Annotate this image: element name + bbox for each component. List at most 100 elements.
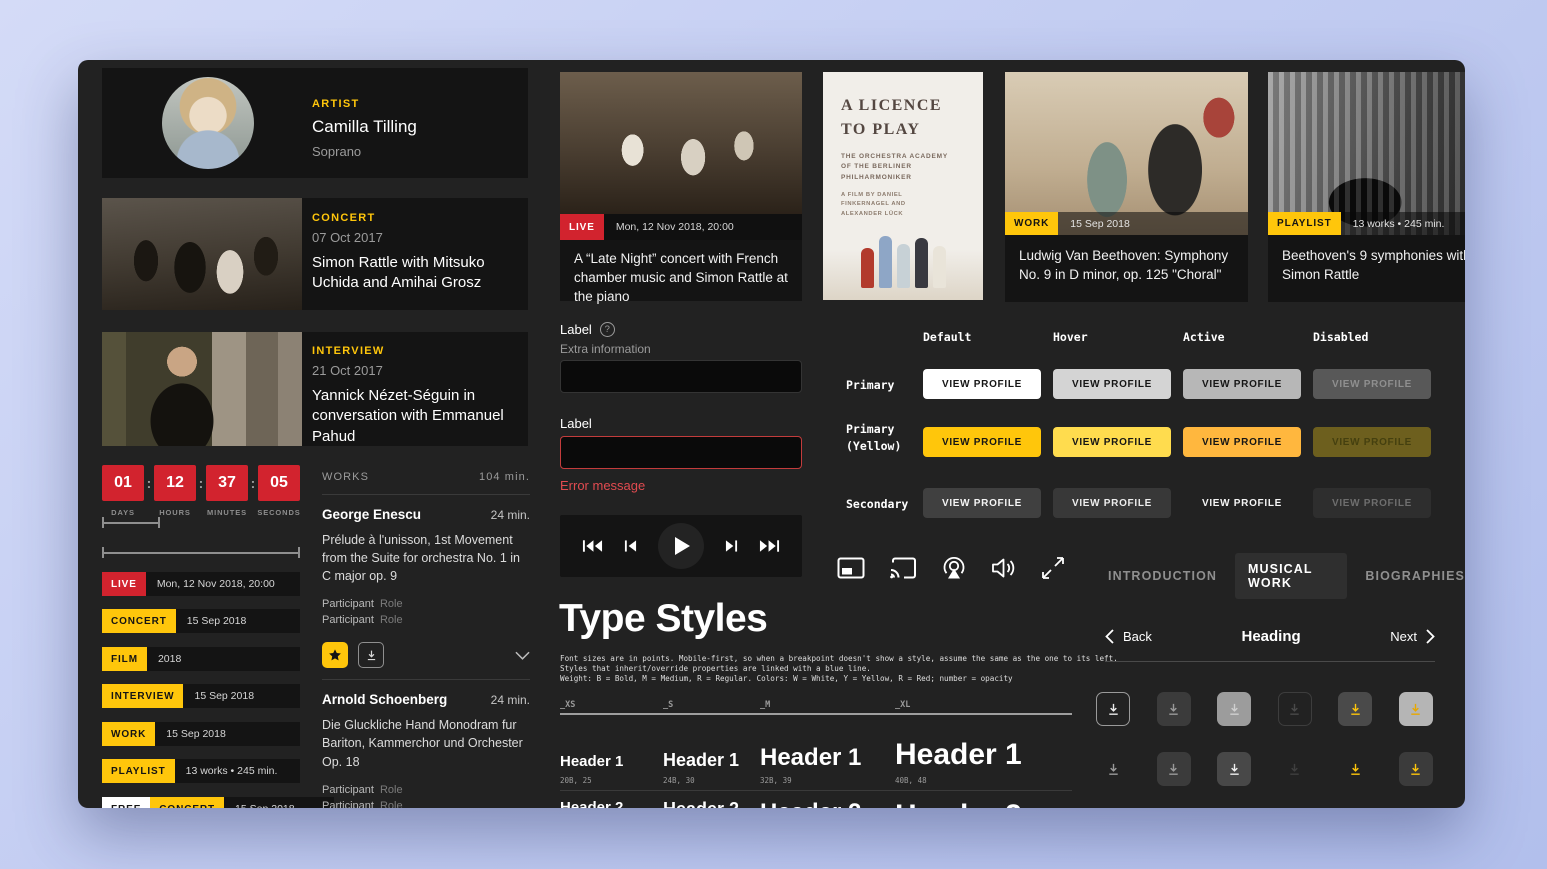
work-duration: 24 min.: [491, 508, 530, 522]
view-profile-button-secondary-active[interactable]: VIEW PROFILE: [1183, 488, 1301, 518]
field-label: Label: [560, 416, 592, 431]
work-item: Arnold Schoenberg 24 min. Die Gluckliche…: [322, 692, 530, 808]
view-profile-button-secondary-hover[interactable]: VIEW PROFILE: [1053, 488, 1171, 518]
button-state-column-hover: Hover: [1053, 330, 1088, 344]
poster-musicians-illustration: [823, 236, 983, 288]
badge-row-text: Mon, 12 Nov 2018, 20:00: [157, 578, 275, 590]
download-button-bare-default[interactable]: [1096, 752, 1130, 786]
live-concert-card[interactable]: LIVE Mon, 12 Nov 2018, 20:00 A “Late Nig…: [560, 72, 802, 301]
picture-in-picture-icon[interactable]: [837, 557, 865, 579]
text-input-error[interactable]: [560, 436, 802, 469]
download-button-light-active[interactable]: [1217, 692, 1251, 726]
download-button-filled-bright[interactable]: [1217, 752, 1251, 786]
type-styles-note: Styles that inherit/override properties …: [560, 664, 1118, 674]
poster-title-line2: TO PLAY: [841, 121, 920, 138]
badge-row-playlist[interactable]: PLAYLIST 13 works • 245 min.: [102, 759, 300, 783]
help-icon[interactable]: ?: [600, 322, 615, 337]
next-button[interactable]: [725, 539, 738, 553]
favorite-star-button[interactable]: [322, 642, 348, 668]
design-system-canvas: ARTIST Camilla Tilling Soprano CONCERT 0…: [78, 60, 1465, 808]
participant-role: Role: [380, 598, 403, 610]
artist-card[interactable]: ARTIST Camilla Tilling Soprano: [102, 68, 528, 178]
breakpoint-divider: [560, 713, 1072, 715]
breakpoint-label-xl: _XL: [895, 700, 1072, 710]
poster-credit: A FILM BY DANIEL FINKERNAGEL AND ALEXAND…: [841, 191, 941, 219]
header2-sample-s: Header 2: [663, 800, 760, 808]
badge-row-interview[interactable]: INTERVIEW 15 Sep 2018: [102, 684, 300, 708]
poster-card[interactable]: A LICENCE TO PLAY THE ORCHESTRA ACADEMY …: [823, 72, 983, 300]
skip-back-button[interactable]: [582, 539, 603, 553]
view-profile-button-primary-default[interactable]: VIEW PROFILE: [923, 369, 1041, 399]
badge-row-text: 15 Sep 2018: [194, 690, 254, 702]
header1-spec-m: 32B, 39: [760, 776, 895, 785]
view-profile-button-yellow-default[interactable]: VIEW PROFILE: [923, 427, 1041, 457]
header1-spec-xl: 40B, 48: [895, 776, 1072, 785]
interview-badge: INTERVIEW: [102, 684, 183, 708]
download-button-bare-yellow[interactable]: [1338, 752, 1372, 786]
countdown-hours-value: 12: [154, 465, 196, 501]
back-label: Back: [1123, 629, 1152, 644]
interview-card[interactable]: INTERVIEW 21 Oct 2017 Yannick Nézet-Ségu…: [102, 332, 528, 446]
works-header: WORKS: [322, 471, 369, 483]
cast-icon[interactable]: [889, 557, 917, 579]
download-button-filled-default[interactable]: [1157, 752, 1191, 786]
badge-row-free-concert[interactable]: FREE CONCERT 15 Sep 2018: [102, 797, 334, 808]
work-card[interactable]: WORK 15 Sep 2018 Ludwig Van Beethoven: S…: [1005, 72, 1248, 302]
badge-row-film[interactable]: FILM 2018: [102, 647, 300, 671]
badge-row-work[interactable]: WORK 15 Sep 2018: [102, 722, 300, 746]
badge-row-text: 15 Sep 2018: [235, 803, 295, 808]
artist-name: Camilla Tilling: [312, 117, 417, 137]
concert-card[interactable]: CONCERT 07 Oct 2017 Simon Rattle with Mi…: [102, 198, 528, 310]
expand-chevron-icon[interactable]: [515, 651, 530, 660]
download-button-filled-hover[interactable]: [1157, 692, 1191, 726]
tab-introduction[interactable]: INTRODUCTION: [1108, 569, 1217, 583]
view-profile-button-secondary-default[interactable]: VIEW PROFILE: [923, 488, 1041, 518]
button-row-label-primary-yellow: Primary (Yellow): [846, 421, 932, 454]
pagination-heading: Heading: [1241, 628, 1300, 645]
participant-name: Participant: [322, 784, 374, 796]
fullscreen-icon[interactable]: [1041, 556, 1065, 580]
header1-sample-xl: Header 1: [895, 739, 1072, 771]
error-message: Error message: [560, 478, 645, 493]
work-badge: WORK: [1005, 212, 1058, 235]
star-icon: [328, 648, 342, 662]
view-profile-button-primary-disabled: VIEW PROFILE: [1313, 369, 1431, 399]
text-input[interactable]: [560, 360, 802, 393]
skip-forward-button[interactable]: [759, 539, 780, 553]
tab-biographies[interactable]: BIOGRAPHIES: [1365, 569, 1465, 583]
download-button-yellow-light[interactable]: [1399, 692, 1433, 726]
works-panel: WORKS 104 min. George Enescu 24 min. Pré…: [322, 471, 530, 808]
download-button-filled-yellow[interactable]: [1399, 752, 1433, 786]
volume-icon[interactable]: [991, 557, 1017, 579]
next-button[interactable]: Next: [1390, 629, 1435, 644]
tab-musical-work[interactable]: MUSICAL WORK: [1235, 553, 1347, 599]
next-icon: [725, 539, 738, 553]
header2-sample-xs: Header 2: [560, 800, 663, 808]
artist-category-label: ARTIST: [312, 98, 417, 110]
view-profile-button-yellow-hover[interactable]: VIEW PROFILE: [1053, 427, 1171, 457]
player-bar: [560, 515, 802, 577]
divider: [322, 494, 530, 495]
airplay-icon[interactable]: [941, 555, 967, 581]
badge-row-concert[interactable]: CONCERT 15 Sep 2018: [102, 609, 300, 633]
download-icon: [1106, 762, 1121, 777]
playlist-title: Beethoven's 9 symphonies with Simon Ratt…: [1268, 235, 1465, 285]
view-profile-button-yellow-active[interactable]: VIEW PROFILE: [1183, 427, 1301, 457]
poster-title-line1: A LICENCE: [841, 97, 942, 114]
download-button-yellow-filled[interactable]: [1338, 692, 1372, 726]
badge-row-live[interactable]: LIVE Mon, 12 Nov 2018, 20:00: [102, 572, 300, 596]
range-slider-long[interactable]: [102, 547, 300, 558]
form-field-label-row: Label ?: [560, 322, 615, 337]
range-slider-short[interactable]: [102, 517, 160, 528]
previous-button[interactable]: [624, 539, 637, 553]
countdown-days-value: 01: [102, 465, 144, 501]
live-badge: LIVE: [102, 572, 146, 596]
download-button[interactable]: [358, 642, 384, 668]
playlist-card[interactable]: PLAYLIST 13 works • 245 min. Beethoven's…: [1268, 72, 1465, 302]
download-button-outline-default[interactable]: [1096, 692, 1130, 726]
view-profile-button-primary-active[interactable]: VIEW PROFILE: [1183, 369, 1301, 399]
back-button[interactable]: Back: [1105, 629, 1152, 644]
play-button[interactable]: [658, 523, 704, 569]
view-profile-button-primary-hover[interactable]: VIEW PROFILE: [1053, 369, 1171, 399]
playlist-badge: PLAYLIST: [1268, 212, 1341, 235]
